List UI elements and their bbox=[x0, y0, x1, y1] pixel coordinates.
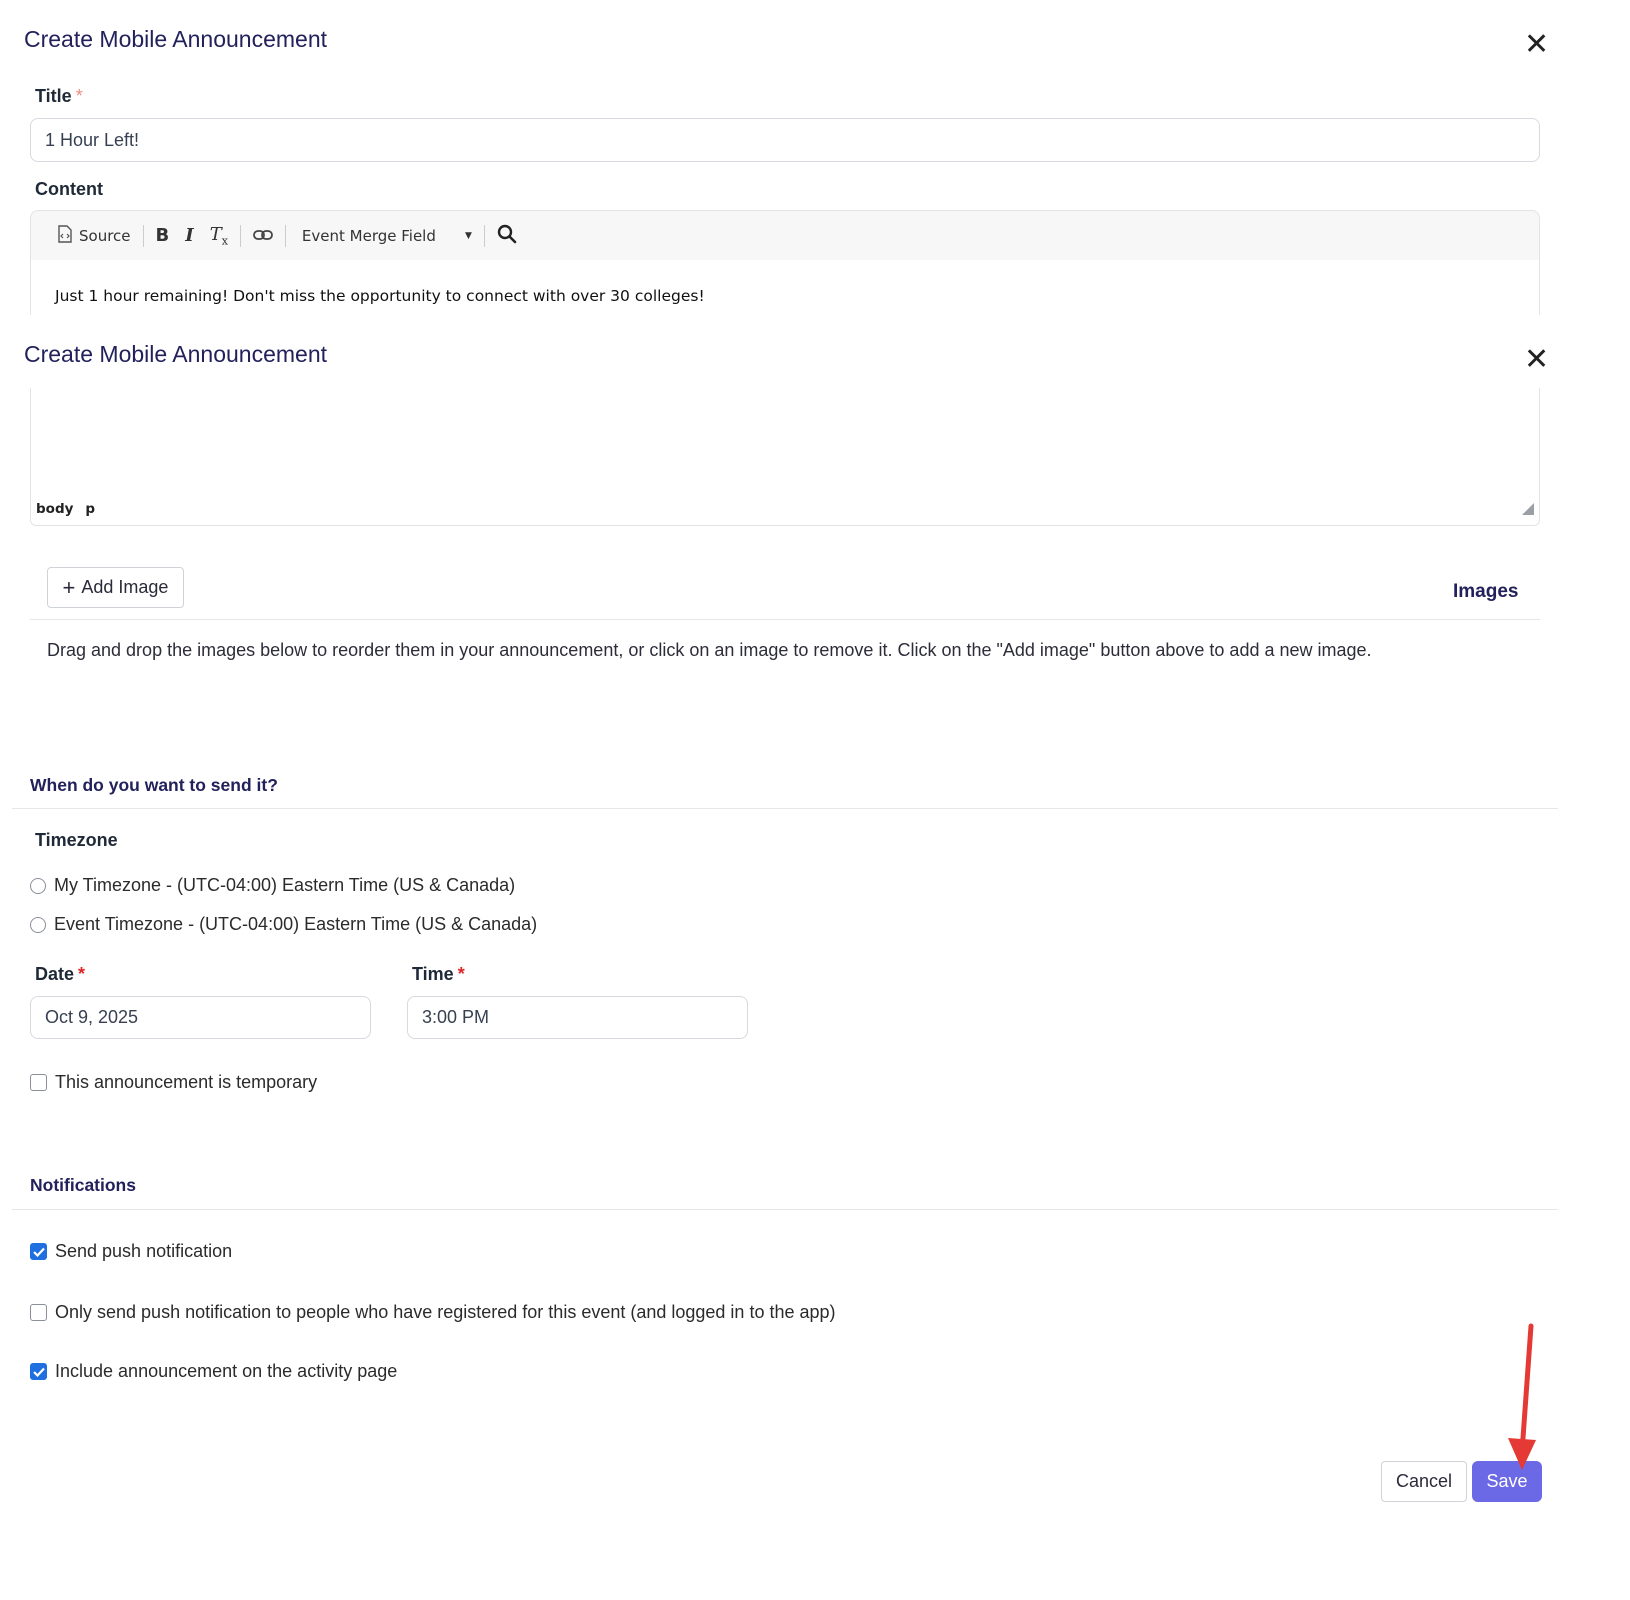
dialog-title-scrolled: Create Mobile Announcement bbox=[24, 341, 328, 367]
required-asterisk: * bbox=[78, 964, 86, 984]
images-divider bbox=[30, 619, 1540, 620]
registered-only-option[interactable]: Only send push notification to people wh… bbox=[30, 1302, 836, 1323]
time-input-value: 3:00 PM bbox=[422, 1007, 490, 1027]
source-button[interactable]: Source bbox=[49, 211, 139, 260]
dropdown-caret-icon: ▼ bbox=[465, 230, 472, 241]
timezone-option-my[interactable]: My Timezone - (UTC-04:00) Eastern Time (… bbox=[30, 875, 515, 896]
clear-format-icon: Tx bbox=[209, 223, 228, 248]
timezone-option-event[interactable]: Event Timezone - (UTC-04:00) Eastern Tim… bbox=[30, 914, 537, 935]
link-button[interactable] bbox=[245, 211, 281, 260]
notifications-section-title: Notifications bbox=[30, 1175, 136, 1195]
temporary-option[interactable]: This announcement is temporary bbox=[30, 1072, 317, 1093]
time-label-text: Time bbox=[412, 964, 454, 984]
date-input[interactable]: Oct 9, 2025 bbox=[30, 996, 371, 1039]
close-icon[interactable]: ✕ bbox=[1524, 30, 1549, 60]
push-notification-label: Send push notification bbox=[55, 1241, 233, 1261]
radio-my-timezone[interactable] bbox=[30, 877, 46, 894]
notifications-divider bbox=[12, 1209, 1558, 1210]
path-item-p[interactable]: p bbox=[85, 501, 95, 517]
push-notification-checkbox[interactable] bbox=[30, 1243, 47, 1260]
title-label: Title * bbox=[35, 86, 83, 107]
timezone-option-label: Event Timezone - (UTC-04:00) Eastern Tim… bbox=[54, 914, 538, 934]
timezone-label: Timezone bbox=[35, 830, 118, 850]
temporary-checkbox[interactable] bbox=[30, 1074, 47, 1091]
date-label: Date * bbox=[35, 964, 85, 985]
bold-button[interactable]: B bbox=[148, 211, 178, 260]
push-notification-option[interactable]: Send push notification bbox=[30, 1241, 232, 1262]
add-image-button[interactable]: + Add Image bbox=[47, 567, 184, 608]
editor-element-path: body p bbox=[36, 501, 95, 517]
activity-page-checkbox[interactable] bbox=[30, 1363, 47, 1380]
time-input[interactable]: 3:00 PM bbox=[407, 996, 748, 1039]
annotation-arrow-icon bbox=[1508, 1323, 1536, 1470]
title-input-value: 1 Hour Left! bbox=[45, 129, 140, 150]
temporary-label: This announcement is temporary bbox=[55, 1072, 318, 1092]
editor-toolbar: Source B I Tx Event Merge Field ▼ bbox=[30, 210, 1540, 260]
merge-field-label: Event Merge Field bbox=[301, 226, 436, 245]
link-icon bbox=[253, 227, 273, 245]
title-label-text: Title bbox=[35, 86, 72, 106]
title-input[interactable]: 1 Hour Left! bbox=[30, 118, 1540, 162]
editor-content-area-continued[interactable]: body p bbox=[30, 388, 1540, 526]
dialog-title: Create Mobile Announcement bbox=[24, 26, 328, 52]
editor-content-text: Just 1 hour remaining! Don't miss the op… bbox=[55, 287, 705, 305]
italic-icon: I bbox=[185, 225, 194, 246]
images-heading: Images bbox=[1453, 581, 1519, 602]
toolbar-separator bbox=[239, 224, 241, 247]
registered-only-label: Only send push notification to people wh… bbox=[55, 1302, 836, 1322]
radio-event-timezone[interactable] bbox=[30, 916, 46, 933]
add-image-label: Add Image bbox=[81, 577, 169, 597]
time-label: Time * bbox=[412, 964, 465, 985]
schedule-divider bbox=[12, 808, 1558, 809]
source-label: Source bbox=[79, 226, 131, 245]
italic-button[interactable]: I bbox=[177, 211, 201, 260]
schedule-section-title: When do you want to send it? bbox=[30, 775, 278, 795]
activity-page-option[interactable]: Include announcement on the activity pag… bbox=[30, 1361, 397, 1382]
find-button[interactable] bbox=[489, 211, 525, 260]
source-icon bbox=[57, 224, 73, 247]
content-label: Content bbox=[35, 179, 103, 199]
date-label-text: Date bbox=[35, 964, 75, 984]
merge-field-dropdown[interactable]: Event Merge Field ▼ bbox=[290, 211, 480, 260]
date-input-value: Oct 9, 2025 bbox=[45, 1007, 139, 1027]
toolbar-separator bbox=[483, 224, 485, 247]
search-icon bbox=[497, 224, 517, 248]
editor-content-area[interactable]: Just 1 hour remaining! Don't miss the op… bbox=[30, 260, 1540, 315]
required-asterisk: * bbox=[75, 86, 83, 106]
toolbar-separator bbox=[284, 224, 286, 247]
timezone-option-label: My Timezone - (UTC-04:00) Eastern Time (… bbox=[54, 875, 516, 895]
plus-icon: + bbox=[62, 574, 76, 600]
toolbar-separator bbox=[142, 224, 144, 247]
images-instructions: Drag and drop the images below to reorde… bbox=[47, 640, 1372, 660]
bold-icon: B bbox=[155, 225, 170, 246]
path-item-body[interactable]: body bbox=[36, 501, 73, 517]
cancel-button[interactable]: Cancel bbox=[1381, 1461, 1467, 1502]
clear-format-button[interactable]: Tx bbox=[202, 211, 236, 260]
resize-handle-icon[interactable] bbox=[1522, 502, 1534, 520]
close-icon[interactable]: ✕ bbox=[1524, 345, 1549, 375]
required-asterisk: * bbox=[457, 964, 465, 984]
registered-only-checkbox[interactable] bbox=[30, 1304, 47, 1321]
activity-page-label: Include announcement on the activity pag… bbox=[55, 1361, 398, 1381]
